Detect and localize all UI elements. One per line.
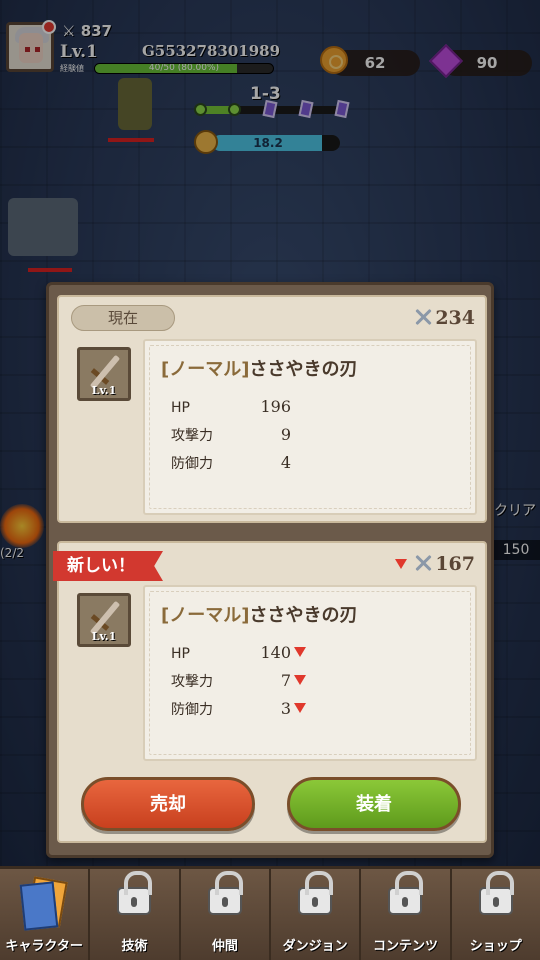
current-power-value: 234 xyxy=(435,307,475,329)
current-power: 234 xyxy=(413,307,475,329)
nav-label: ダンジョン xyxy=(282,939,348,954)
current-item-rarity: [ノーマル] xyxy=(161,359,250,380)
nav-contents[interactable]: コンテンツ xyxy=(361,869,452,960)
stat-down-arrow-icon xyxy=(394,559,407,569)
nav-label: キャラクター xyxy=(5,939,83,954)
nav-skills[interactable]: 技術 xyxy=(90,869,181,960)
new-stat-attack: 攻撃力 7 xyxy=(171,671,371,691)
nav-label: コンテンツ xyxy=(372,939,438,954)
current-item-level: Lv.1 xyxy=(91,384,117,397)
lock-icon xyxy=(207,871,243,915)
crossed-swords-icon xyxy=(413,553,433,573)
nav-shop[interactable]: ショップ xyxy=(451,869,540,960)
character-cards-icon xyxy=(19,876,68,931)
new-item-info: [ノーマル]ささやきの刃 HP 140 攻撃力 7 防御力 3 xyxy=(143,585,477,761)
nav-dungeon[interactable]: ダンジョン xyxy=(270,869,362,960)
current-stat-defense: 防御力 4 xyxy=(171,453,291,472)
equip-button[interactable]: 装着 xyxy=(287,777,461,831)
current-stat-hp: HP 196 xyxy=(171,397,291,416)
current-item-info: [ノーマル]ささやきの刃 HP 196 攻撃力 9 防御力 4 xyxy=(143,339,477,515)
new-power-value: 167 xyxy=(435,553,475,575)
current-item-title: ささやきの刃 xyxy=(249,359,358,380)
new-item-rarity: [ノーマル] xyxy=(161,605,250,626)
current-item-name: [ノーマル]ささやきの刃 xyxy=(161,355,357,381)
nav-label: 技術 xyxy=(121,939,148,954)
stat-down-arrow-icon xyxy=(294,647,306,657)
stat-down-arrow-icon xyxy=(294,675,306,685)
nav-character[interactable]: キャラクター xyxy=(0,869,91,960)
new-tag: 新しい！ xyxy=(53,551,163,581)
new-item-title: ささやきの刃 xyxy=(249,605,358,626)
lock-icon xyxy=(388,871,424,915)
new-stat-defense: 防御力 3 xyxy=(171,699,371,719)
current-item-icon[interactable]: Lv.1 xyxy=(77,347,131,401)
stat-down-arrow-icon xyxy=(294,703,306,713)
nav-label: 仲間 xyxy=(211,939,238,954)
lock-icon xyxy=(478,871,514,915)
equipment-compare-dialog: 現在 234 Lv.1 [ノーマル]ささやきの刃 HP 196 攻撃力 9 防御力 4… xyxy=(46,282,494,858)
crossed-swords-icon xyxy=(413,307,433,327)
new-stat-hp: HP 140 xyxy=(171,643,371,662)
new-item-icon[interactable]: Lv.1 xyxy=(77,593,131,647)
lock-icon xyxy=(117,871,153,915)
current-tag: 現在 xyxy=(71,305,175,331)
current-equipment-section: 現在 234 Lv.1 [ノーマル]ささやきの刃 HP 196 攻撃力 9 防御力 4 xyxy=(57,295,487,523)
bottom-navigation: キャラクター 技術 仲間 ダンジョン コンテンツ ショップ xyxy=(0,866,540,960)
new-item-name: [ノーマル]ささやきの刃 xyxy=(161,601,357,627)
sell-button[interactable]: 売却 xyxy=(81,777,255,831)
new-power: 167 xyxy=(392,553,475,575)
lock-icon xyxy=(298,871,334,915)
new-item-level: Lv.1 xyxy=(91,630,117,643)
nav-companions[interactable]: 仲間 xyxy=(180,869,271,960)
current-stat-attack: 攻撃力 9 xyxy=(171,425,291,444)
nav-label: ショップ xyxy=(469,939,522,954)
